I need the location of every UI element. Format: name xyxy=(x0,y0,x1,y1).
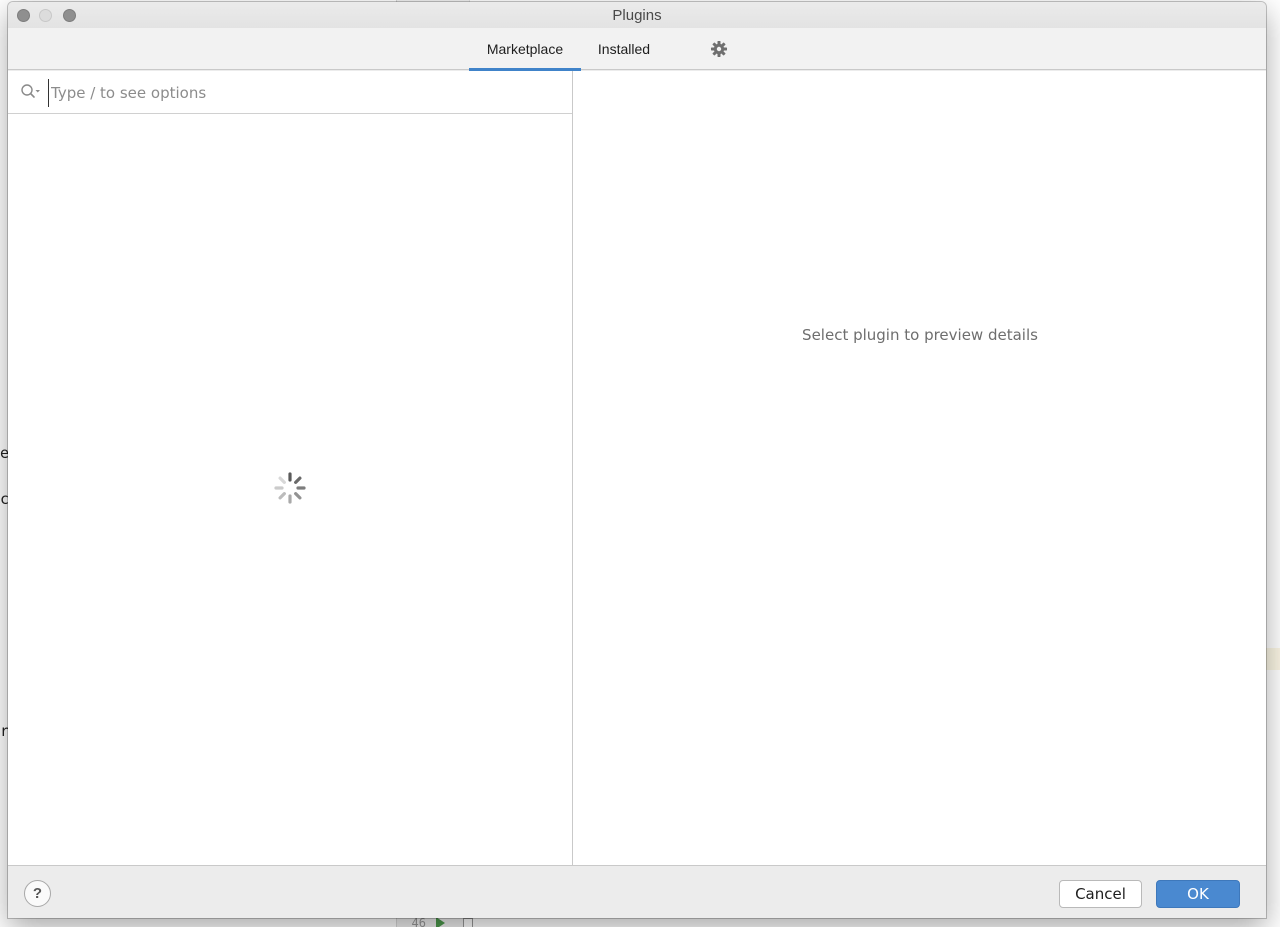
dialog-footer: ? Cancel OK xyxy=(8,865,1266,918)
preview-hint: Select plugin to preview details xyxy=(802,326,1038,344)
minimize-window-button[interactable] xyxy=(39,9,52,22)
cancel-button[interactable]: Cancel xyxy=(1059,880,1142,908)
gear-icon[interactable] xyxy=(710,40,728,58)
zoom-window-button[interactable] xyxy=(63,9,76,22)
search-input[interactable] xyxy=(48,79,558,107)
search-icon[interactable] xyxy=(20,83,42,101)
editor-line-highlight xyxy=(1266,648,1280,670)
search-bar xyxy=(8,71,572,114)
plugin-list-pane xyxy=(8,71,573,865)
spinner-icon xyxy=(273,471,307,505)
run-icon xyxy=(436,917,445,927)
plugins-content: Select plugin to preview details xyxy=(8,71,1266,865)
help-button[interactable]: ? xyxy=(24,880,51,907)
tab-marketplace[interactable]: Marketplace xyxy=(469,28,581,71)
window-title: Plugins xyxy=(612,7,662,24)
title-bar: Plugins xyxy=(8,2,1266,28)
fold-icon xyxy=(463,918,473,927)
plugins-dialog: Plugins Marketplace Installed Type / to … xyxy=(8,2,1266,918)
close-window-button[interactable] xyxy=(17,9,30,22)
tab-installed[interactable]: Installed xyxy=(587,28,661,70)
ok-button[interactable]: OK xyxy=(1156,880,1240,908)
tab-bar: Marketplace Installed xyxy=(8,28,1266,71)
plugin-details-pane: Select plugin to preview details xyxy=(574,71,1266,865)
